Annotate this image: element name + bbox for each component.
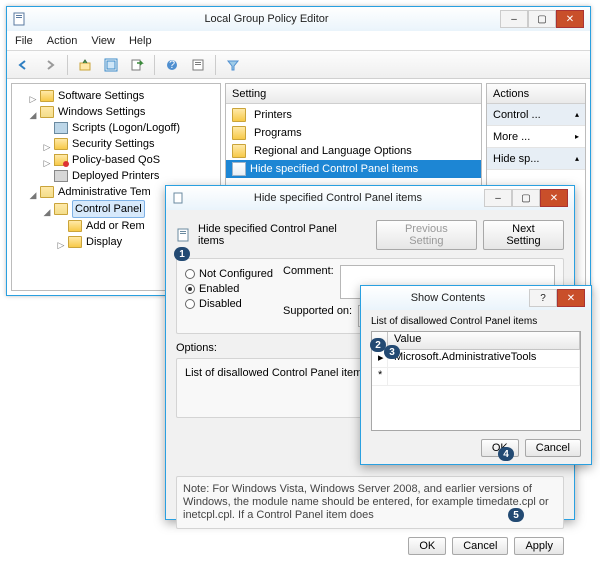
tree-windows-settings[interactable]: ◢Windows Settings Scripts (Logon/Logoff)… — [28, 104, 218, 184]
row-regional[interactable]: Regional and Language Options — [226, 142, 481, 160]
chevron-right-icon: ▸ — [575, 132, 579, 141]
row-printers[interactable]: Printers — [226, 106, 481, 124]
policy-min[interactable]: – — [484, 189, 512, 207]
policy-heading: Hide specified Control Panel items — [198, 223, 364, 247]
tree-deployed-printers[interactable]: Deployed Printers — [42, 168, 218, 184]
policy-icon — [54, 154, 68, 166]
radio-not-configured[interactable]: Not Configured — [185, 268, 275, 280]
svg-text:?: ? — [169, 59, 175, 71]
minimize-button[interactable]: – — [500, 10, 528, 28]
maximize-button[interactable]: ▢ — [528, 10, 556, 28]
comment-label: Comment: — [283, 265, 334, 277]
next-setting-button[interactable]: Next Setting — [483, 220, 564, 250]
tree-policy-qos[interactable]: ▷Policy-based QoS — [42, 152, 218, 168]
show-cancel-button[interactable]: Cancel — [525, 439, 581, 457]
folder-icon — [232, 144, 246, 158]
values-grid[interactable]: Value ▸ Microsoft.AdministrativeTools * — [371, 331, 581, 431]
actions-more[interactable]: More ...▸ — [487, 126, 585, 148]
chevron-up-icon: ▴ — [575, 154, 579, 163]
dialog-icon — [172, 191, 186, 205]
policy-titlebar[interactable]: Hide specified Control Panel items –▢✕ — [166, 186, 574, 210]
list-label: List of disallowed Control Panel items — [185, 367, 368, 379]
printer-icon — [54, 170, 68, 182]
menu-action[interactable]: Action — [47, 35, 78, 47]
window-title: Local Group Policy Editor — [33, 13, 500, 25]
folder-icon — [232, 108, 246, 122]
grid-row-new[interactable]: * — [372, 368, 580, 386]
show-help[interactable]: ? — [529, 289, 557, 307]
policy-ok-button[interactable]: OK — [408, 537, 446, 555]
actions-control[interactable]: Control ...▴ — [487, 104, 585, 126]
badge-3: 3 — [384, 345, 400, 359]
radio-enabled[interactable]: Enabled — [185, 283, 275, 295]
new-row-icon: * — [372, 368, 388, 385]
tree-software-settings[interactable]: ▷Software Settings — [28, 88, 218, 104]
titlebar[interactable]: Local Group Policy Editor – ▢ ✕ — [7, 7, 590, 31]
export-button[interactable] — [126, 54, 148, 76]
menu-view[interactable]: View — [91, 35, 115, 47]
policy-heading-icon — [176, 227, 192, 243]
policy-close[interactable]: ✕ — [540, 189, 568, 207]
policy-title: Hide specified Control Panel items — [192, 192, 484, 204]
folder-icon — [232, 126, 246, 140]
settings-header[interactable]: Setting — [226, 84, 481, 104]
show-close[interactable]: ✕ — [557, 289, 585, 307]
app-icon — [13, 12, 27, 26]
row-hide-cp[interactable]: Hide specified Control Panel items — [226, 160, 481, 178]
badge-4: 4 — [498, 447, 514, 461]
show-heading: List of disallowed Control Panel items — [371, 316, 581, 327]
policy-note: Note: For Windows Vista, Windows Server … — [183, 483, 549, 521]
refresh-button[interactable]: ? — [161, 54, 183, 76]
show-title: Show Contents — [367, 292, 529, 304]
grid-row-1[interactable]: ▸ Microsoft.AdministrativeTools — [372, 350, 580, 368]
menu-help[interactable]: Help — [129, 35, 152, 47]
chevron-up-icon: ▴ — [575, 110, 579, 119]
row-programs[interactable]: Programs — [226, 124, 481, 142]
script-icon — [54, 122, 68, 134]
settings-item-icon — [232, 162, 246, 176]
menu-bar: File Action View Help — [7, 31, 590, 51]
help-button[interactable] — [187, 54, 209, 76]
badge-1: 1 — [174, 247, 190, 261]
options-label: Options: — [176, 342, 217, 354]
back-button[interactable] — [13, 54, 35, 76]
toolbar: ? — [7, 51, 590, 79]
menu-file[interactable]: File — [15, 35, 33, 47]
radio-disabled[interactable]: Disabled — [185, 298, 275, 310]
forward-button[interactable] — [39, 54, 61, 76]
policy-max[interactable]: ▢ — [512, 189, 540, 207]
actions-hide[interactable]: Hide sp...▴ — [487, 148, 585, 170]
show-contents-dialog: Show Contents ?✕ List of disallowed Cont… — [360, 285, 592, 465]
actions-header: Actions — [487, 84, 585, 104]
policy-apply-button[interactable]: Apply — [514, 537, 564, 555]
col-value[interactable]: Value — [388, 332, 580, 349]
tree-security[interactable]: ▷Security Settings — [42, 136, 218, 152]
show-titlebar[interactable]: Show Contents ?✕ — [361, 286, 591, 310]
container-button[interactable] — [100, 54, 122, 76]
up-button[interactable] — [74, 54, 96, 76]
close-button[interactable]: ✕ — [556, 10, 584, 28]
tree-scripts[interactable]: Scripts (Logon/Logoff) — [42, 120, 218, 136]
previous-setting-button[interactable]: Previous Setting — [376, 220, 477, 250]
filter-button[interactable] — [222, 54, 244, 76]
badge-5: 5 — [508, 508, 524, 522]
supported-label: Supported on: — [283, 305, 352, 317]
policy-cancel-button[interactable]: Cancel — [452, 537, 508, 555]
